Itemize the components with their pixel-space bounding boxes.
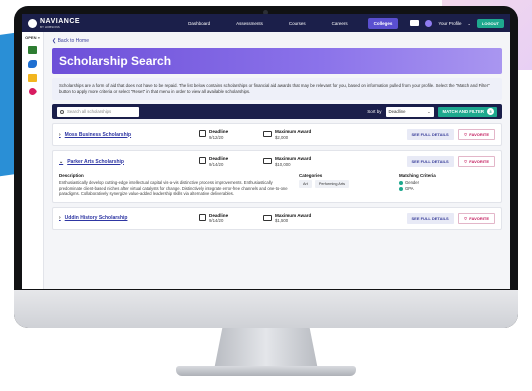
brand-logo[interactable]: NAVIANCE BY HOBSONS bbox=[28, 18, 80, 29]
monitor-stand bbox=[214, 328, 318, 370]
award-info: Maximum Award $1,500 bbox=[263, 213, 327, 224]
sidebar-item-college-icon[interactable] bbox=[28, 46, 37, 54]
brand-name: NAVIANCE bbox=[40, 17, 81, 25]
check-icon bbox=[399, 181, 403, 185]
scholarship-name: Parker Arts Scholarship bbox=[67, 158, 124, 165]
sidebar-item-documents-icon[interactable] bbox=[28, 74, 37, 82]
brand-sub: BY HOBSONS bbox=[40, 24, 60, 29]
award-value: $10,000 bbox=[275, 161, 291, 167]
intro-text: Scholarships are a form of aid that does… bbox=[52, 78, 502, 100]
sort-label: Sort by bbox=[367, 109, 382, 114]
favorite-button[interactable]: ♡ FAVORITE bbox=[457, 129, 495, 140]
app-body: OPEN » ❮ Back to Home Scholarship Search… bbox=[22, 32, 510, 289]
monitor-chin bbox=[14, 290, 518, 328]
criteria-heading: Matching Criteria bbox=[399, 173, 436, 178]
money-icon bbox=[263, 131, 272, 137]
deadline-info: Deadline 9/12/20 bbox=[199, 129, 263, 140]
heart-icon: ♡ bbox=[463, 132, 468, 137]
expand-chevron-icon[interactable]: › bbox=[59, 215, 61, 221]
deadline-info: Deadline 9/14/20 bbox=[199, 156, 263, 167]
scholarship-card: › Uddin History Scholarship Deadline 9/14… bbox=[52, 206, 502, 230]
match-count-badge: 3 bbox=[487, 108, 494, 115]
scholarship-card: › Moss Business Scholarship Deadline 9/12… bbox=[52, 123, 502, 146]
see-full-details-button[interactable]: SEE FULL DETAILS bbox=[406, 212, 454, 224]
nav-colleges[interactable]: Colleges bbox=[367, 17, 399, 29]
sidebar: OPEN » bbox=[22, 32, 44, 289]
category-chip: Performing Arts bbox=[314, 180, 350, 188]
categories-heading: Categories bbox=[299, 173, 323, 178]
favorite-label: FAVORITE bbox=[469, 159, 489, 164]
main-content: ❮ Back to Home Scholarship Search Schola… bbox=[44, 32, 510, 289]
heart-icon: ♡ bbox=[463, 215, 468, 221]
matching-criteria-section: Matching Criteria Gender GPA bbox=[399, 173, 495, 197]
categories-section: Categories Art Performing Arts bbox=[299, 173, 389, 197]
search-placeholder: Search all scholarships bbox=[67, 109, 112, 114]
screen: NAVIANCE BY HOBSONS Dashboard Assessments… bbox=[22, 14, 510, 289]
nav-careers[interactable]: Careers bbox=[326, 18, 354, 29]
deadline-value: 9/14/20 bbox=[209, 161, 224, 167]
nav-links: Dashboard Assessments Courses Careers Co… bbox=[182, 17, 399, 29]
logout-button[interactable]: LOGOUT bbox=[476, 18, 504, 28]
monitor-foot bbox=[176, 366, 356, 376]
calendar-icon bbox=[199, 157, 206, 164]
chevron-down-icon: ⌄ bbox=[427, 109, 431, 114]
search-input[interactable]: Search all scholarships bbox=[57, 106, 139, 117]
deadline-info: Deadline 9/14/20 bbox=[199, 213, 263, 224]
deadline-value: 9/14/20 bbox=[209, 218, 224, 224]
scholarship-name: Uddin History Scholarship bbox=[64, 215, 128, 222]
chevron-down-icon: ⌄ bbox=[467, 20, 471, 26]
award-value: $2,000 bbox=[275, 134, 289, 140]
favorite-label: FAVORITE bbox=[469, 132, 489, 137]
favorite-button[interactable]: ♡ FAVORITE bbox=[457, 156, 495, 167]
scholarship-details: Description Enthusiastically develop cut… bbox=[59, 173, 495, 197]
check-icon bbox=[399, 187, 403, 191]
avatar[interactable] bbox=[425, 19, 433, 27]
description-section: Description Enthusiastically develop cut… bbox=[59, 173, 289, 197]
back-link[interactable]: ❮ Back to Home bbox=[52, 38, 502, 44]
scholarship-title-link[interactable]: › Moss Business Scholarship bbox=[59, 132, 199, 138]
award-value: $1,500 bbox=[275, 218, 289, 224]
sort-select[interactable]: Deadline ⌄ bbox=[385, 106, 434, 117]
search-toolbar: Search all scholarships Sort by Deadline… bbox=[52, 104, 502, 119]
money-icon bbox=[263, 214, 272, 221]
match-and-filter-button[interactable]: MATCH AND FILTER 3 bbox=[437, 106, 497, 117]
money-icon bbox=[263, 158, 272, 164]
see-full-details-button[interactable]: SEE FULL DETAILS bbox=[406, 156, 454, 167]
scholarship-card-expanded: ⌄ Parker Arts Scholarship Deadline 9/14/2… bbox=[52, 150, 502, 203]
award-info: Maximum Award $2,000 bbox=[263, 129, 327, 140]
sidebar-open-toggle[interactable]: OPEN » bbox=[25, 35, 40, 40]
category-chip: Art bbox=[299, 180, 312, 188]
favorite-label: FAVORITE bbox=[469, 215, 489, 221]
search-icon bbox=[60, 109, 64, 114]
calendar-icon bbox=[199, 130, 206, 137]
description-heading: Description bbox=[59, 173, 84, 178]
expand-chevron-icon[interactable]: › bbox=[59, 132, 61, 138]
match-label: MATCH AND FILTER bbox=[442, 109, 484, 114]
nav-right: Your Profile ⌄ LOGOUT bbox=[410, 18, 504, 28]
criteria-item: GPA bbox=[405, 186, 414, 191]
scholarship-name: Moss Business Scholarship bbox=[64, 131, 132, 138]
scholarship-title-link[interactable]: › Uddin History Scholarship bbox=[59, 215, 199, 221]
profile-menu[interactable]: Your Profile bbox=[438, 21, 461, 26]
nav-dashboard[interactable]: Dashboard bbox=[182, 18, 216, 29]
mail-icon[interactable] bbox=[410, 20, 420, 26]
see-full-details-button[interactable]: SEE FULL DETAILS bbox=[406, 129, 454, 140]
nav-courses[interactable]: Courses bbox=[283, 18, 312, 29]
description-text: Enthusiastically develop cutting-edge in… bbox=[59, 180, 288, 197]
award-info: Maximum Award $10,000 bbox=[263, 156, 327, 167]
calendar-icon bbox=[199, 213, 206, 221]
scholarship-title-link[interactable]: ⌄ Parker Arts Scholarship bbox=[59, 159, 199, 165]
sidebar-item-map-icon[interactable] bbox=[28, 60, 37, 68]
top-navigation: NAVIANCE BY HOBSONS Dashboard Assessments… bbox=[22, 14, 510, 32]
heart-icon: ♡ bbox=[463, 159, 468, 164]
favorite-button[interactable]: ♡ FAVORITE bbox=[457, 212, 495, 224]
sidebar-item-heart-icon[interactable] bbox=[27, 86, 38, 97]
expand-chevron-icon[interactable]: ⌄ bbox=[59, 159, 63, 165]
page-title: Scholarship Search bbox=[52, 48, 502, 74]
brand-mark-icon bbox=[28, 18, 37, 28]
deadline-value: 9/12/20 bbox=[209, 134, 224, 140]
sort-value: Deadline bbox=[388, 109, 406, 114]
nav-assessments[interactable]: Assessments bbox=[230, 18, 269, 29]
